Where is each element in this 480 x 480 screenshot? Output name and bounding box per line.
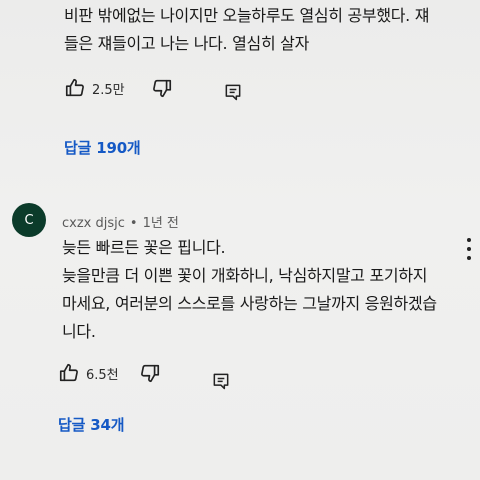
thumbs-up-icon[interactable] (64, 77, 86, 99)
comment-2-line-3: 마세요, 여러분의 스스로를 사랑하는 그날까지 응원하겠습 (62, 294, 437, 313)
avatar[interactable]: C (12, 203, 46, 237)
comment-1-line-1: 비판 밖에없는 나이지만 오늘하루도 열심히 공부했다. 쟤 (64, 6, 430, 25)
comment-time[interactable]: 1년 전 (143, 216, 179, 231)
comment-reply-icon[interactable] (211, 371, 231, 391)
meta-separator: • (129, 216, 138, 231)
comment-2-text: 늦든 빠르든 꽃은 핍니다. 늦을만큼 더 이쁜 꽃이 개화하니, 낙심하지말고… (62, 234, 437, 346)
like-count: 2.5만 (92, 82, 125, 98)
thumbs-up-icon[interactable] (58, 362, 80, 384)
comment-2-line-1: 늦든 빠르든 꽃은 핍니다. (62, 238, 226, 257)
more-vert-icon[interactable] (464, 238, 474, 260)
comment-2-replies-link[interactable]: 답글 34개 (58, 414, 124, 435)
thumbs-down-icon[interactable] (139, 362, 161, 384)
comment-2-line-4: 니다. (62, 322, 96, 341)
comment-1-actions: 2.5만 (64, 74, 243, 102)
comment-1-replies-link[interactable]: 답글 190개 (64, 137, 141, 158)
author-name[interactable]: cxzx djsjc (62, 216, 125, 231)
comments-section: 비판 밖에없는 나이지만 오늘하루도 열심히 공부했다. 쟤 들은 쟤들이고 나… (0, 0, 480, 480)
like-count: 6.5천 (86, 367, 119, 383)
kebab-dot (467, 238, 471, 242)
comment-2-meta: cxzx djsjc • 1년 전 (62, 212, 179, 231)
comment-2-line-2: 늦을만큼 더 이쁜 꽃이 개화하니, 낙심하지말고 포기하지 (62, 266, 428, 285)
kebab-dot (467, 256, 471, 260)
comment-1-text: 비판 밖에없는 나이지만 오늘하루도 열심히 공부했다. 쟤 들은 쟤들이고 나… (64, 2, 429, 58)
kebab-dot (467, 247, 471, 251)
thumbs-down-icon[interactable] (151, 77, 173, 99)
comment-2-actions: 6.5천 (58, 355, 231, 391)
comment-1-line-2: 들은 쟤들이고 나는 나다. 열심히 살자 (64, 34, 310, 53)
avatar-letter: C (24, 212, 34, 228)
comment-reply-icon[interactable] (223, 82, 243, 102)
